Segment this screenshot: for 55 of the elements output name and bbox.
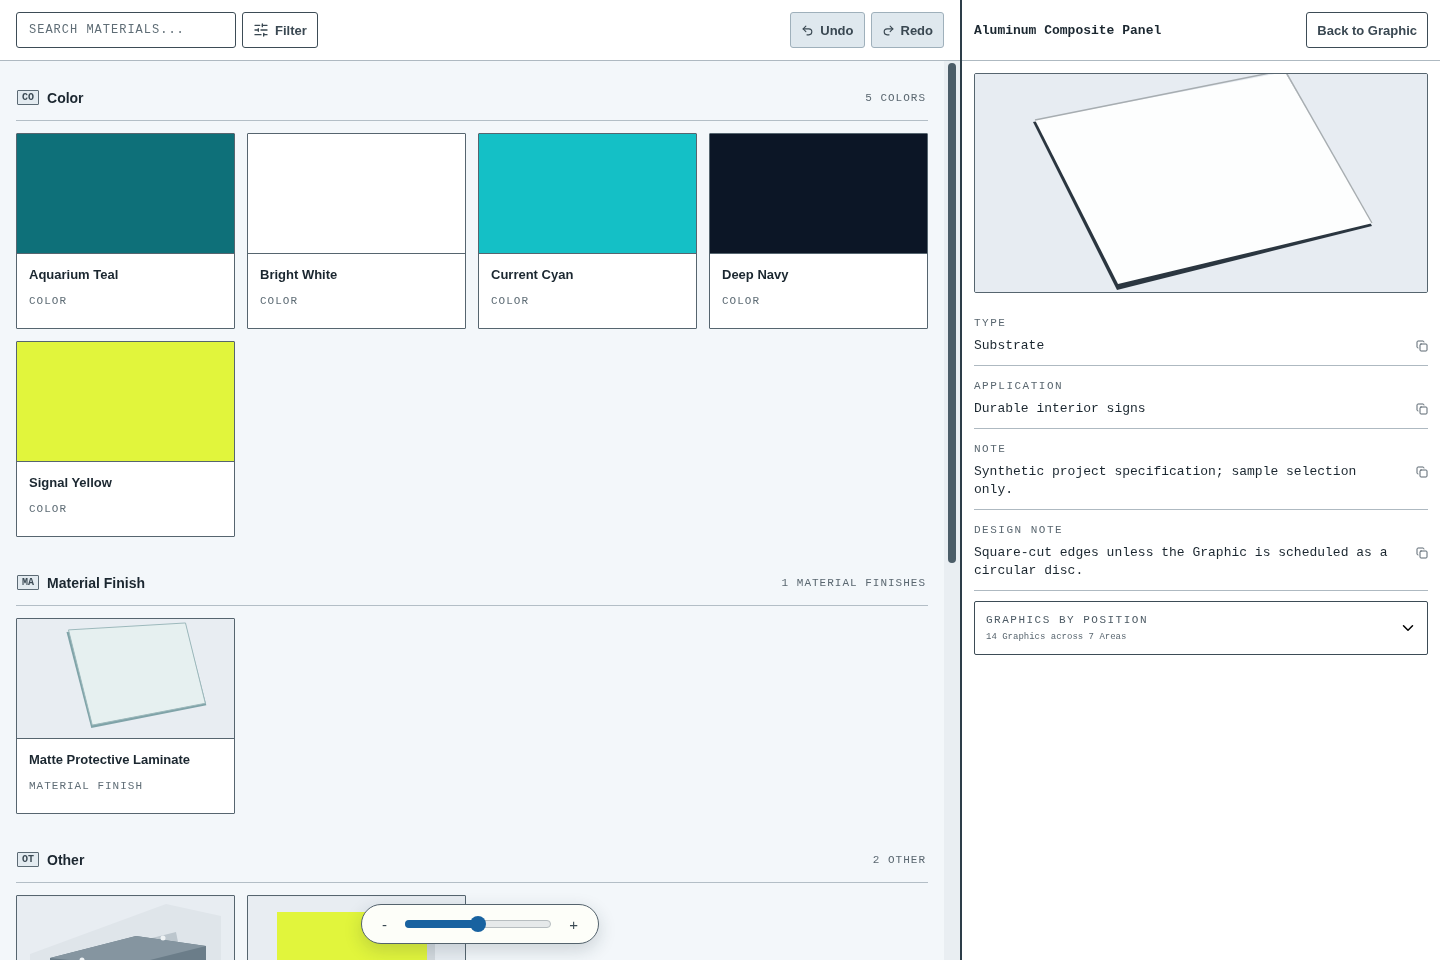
copy-button[interactable] [1416,403,1428,415]
redo-button[interactable]: Redo [870,12,944,48]
material-type: COLOR [491,295,530,307]
field-value: Durable interior signs [974,400,1146,418]
filter-button[interactable]: Filter [242,12,318,48]
field-label: DESIGN NOTE [974,524,1065,536]
field-label: NOTE [974,443,1008,455]
material-name: Current Cyan [491,267,575,282]
field-value: Square-cut edges unless the Graphic is scheduled as a circular disc. [974,544,1389,580]
section-title: Material Finish [47,574,146,591]
field-label: TYPE [974,317,1008,329]
undo-button[interactable]: Undo [790,12,865,48]
scrollbar-thumb[interactable] [948,63,956,563]
accordion-subtitle: 14 Graphics across 7 Areas [986,632,1128,642]
section-count: 5 COLORS [865,91,926,104]
field-value: Substrate [974,337,1045,355]
copy-button[interactable] [1416,340,1428,352]
section-title: Other [47,851,85,868]
panel-title: Aluminum Composite Panel [974,22,1162,38]
material-name: Deep Navy [722,267,790,282]
field-label: APPLICATION [974,380,1065,392]
material-card[interactable]: Bright White COLOR [247,133,466,329]
zoom-out-button[interactable]: - [378,915,391,933]
material-name: Signal Yellow [29,475,113,490]
redo-icon [881,23,895,37]
section-badge: OT [17,852,39,867]
zoom-in-button[interactable]: + [565,915,582,933]
material-type: MATERIAL FINISH [29,780,145,792]
material-card[interactable]: Signal Yellow COLOR [16,341,235,537]
section-count: 2 OTHER [872,853,926,866]
material-name: Aquarium Teal [29,267,120,282]
accordion-title: GRAPHICS BY POSITION [986,614,1149,626]
section-badge: MA [17,575,39,590]
undo-icon [801,23,815,37]
section-badge: CO [17,90,39,105]
material-type: COLOR [29,503,68,515]
copy-button[interactable] [1416,466,1428,478]
material-card[interactable]: Matte Protective Laminate MATERIAL FINISH [16,618,235,814]
slider-thumb[interactable] [470,916,487,932]
material-card[interactable]: Deep Navy COLOR [709,133,928,329]
material-name: Bright White [260,267,339,282]
material-card[interactable]: Aquarium Teal COLOR [16,133,235,329]
material-type: COLOR [722,295,761,307]
material-type: COLOR [29,295,68,307]
filter-icon [253,22,269,38]
field-value: Synthetic project specification; sample selection only. [974,463,1358,499]
search-field[interactable]: SEARCH MATERIALS... [16,12,236,48]
material-card[interactable]: Current Cyan COLOR [478,133,697,329]
section-title: Color [47,89,84,106]
accordion-header[interactable]: GRAPHICS BY POSITION 14 Graphics across 7 Areas [974,601,1428,655]
material-type: COLOR [260,295,299,307]
material-name: Matte Protective Laminate [29,752,192,767]
section-count: 1 MATERIAL FINISHES [781,576,926,589]
copy-button[interactable] [1416,547,1428,559]
back-button[interactable]: Back to Graphic [1306,12,1428,48]
